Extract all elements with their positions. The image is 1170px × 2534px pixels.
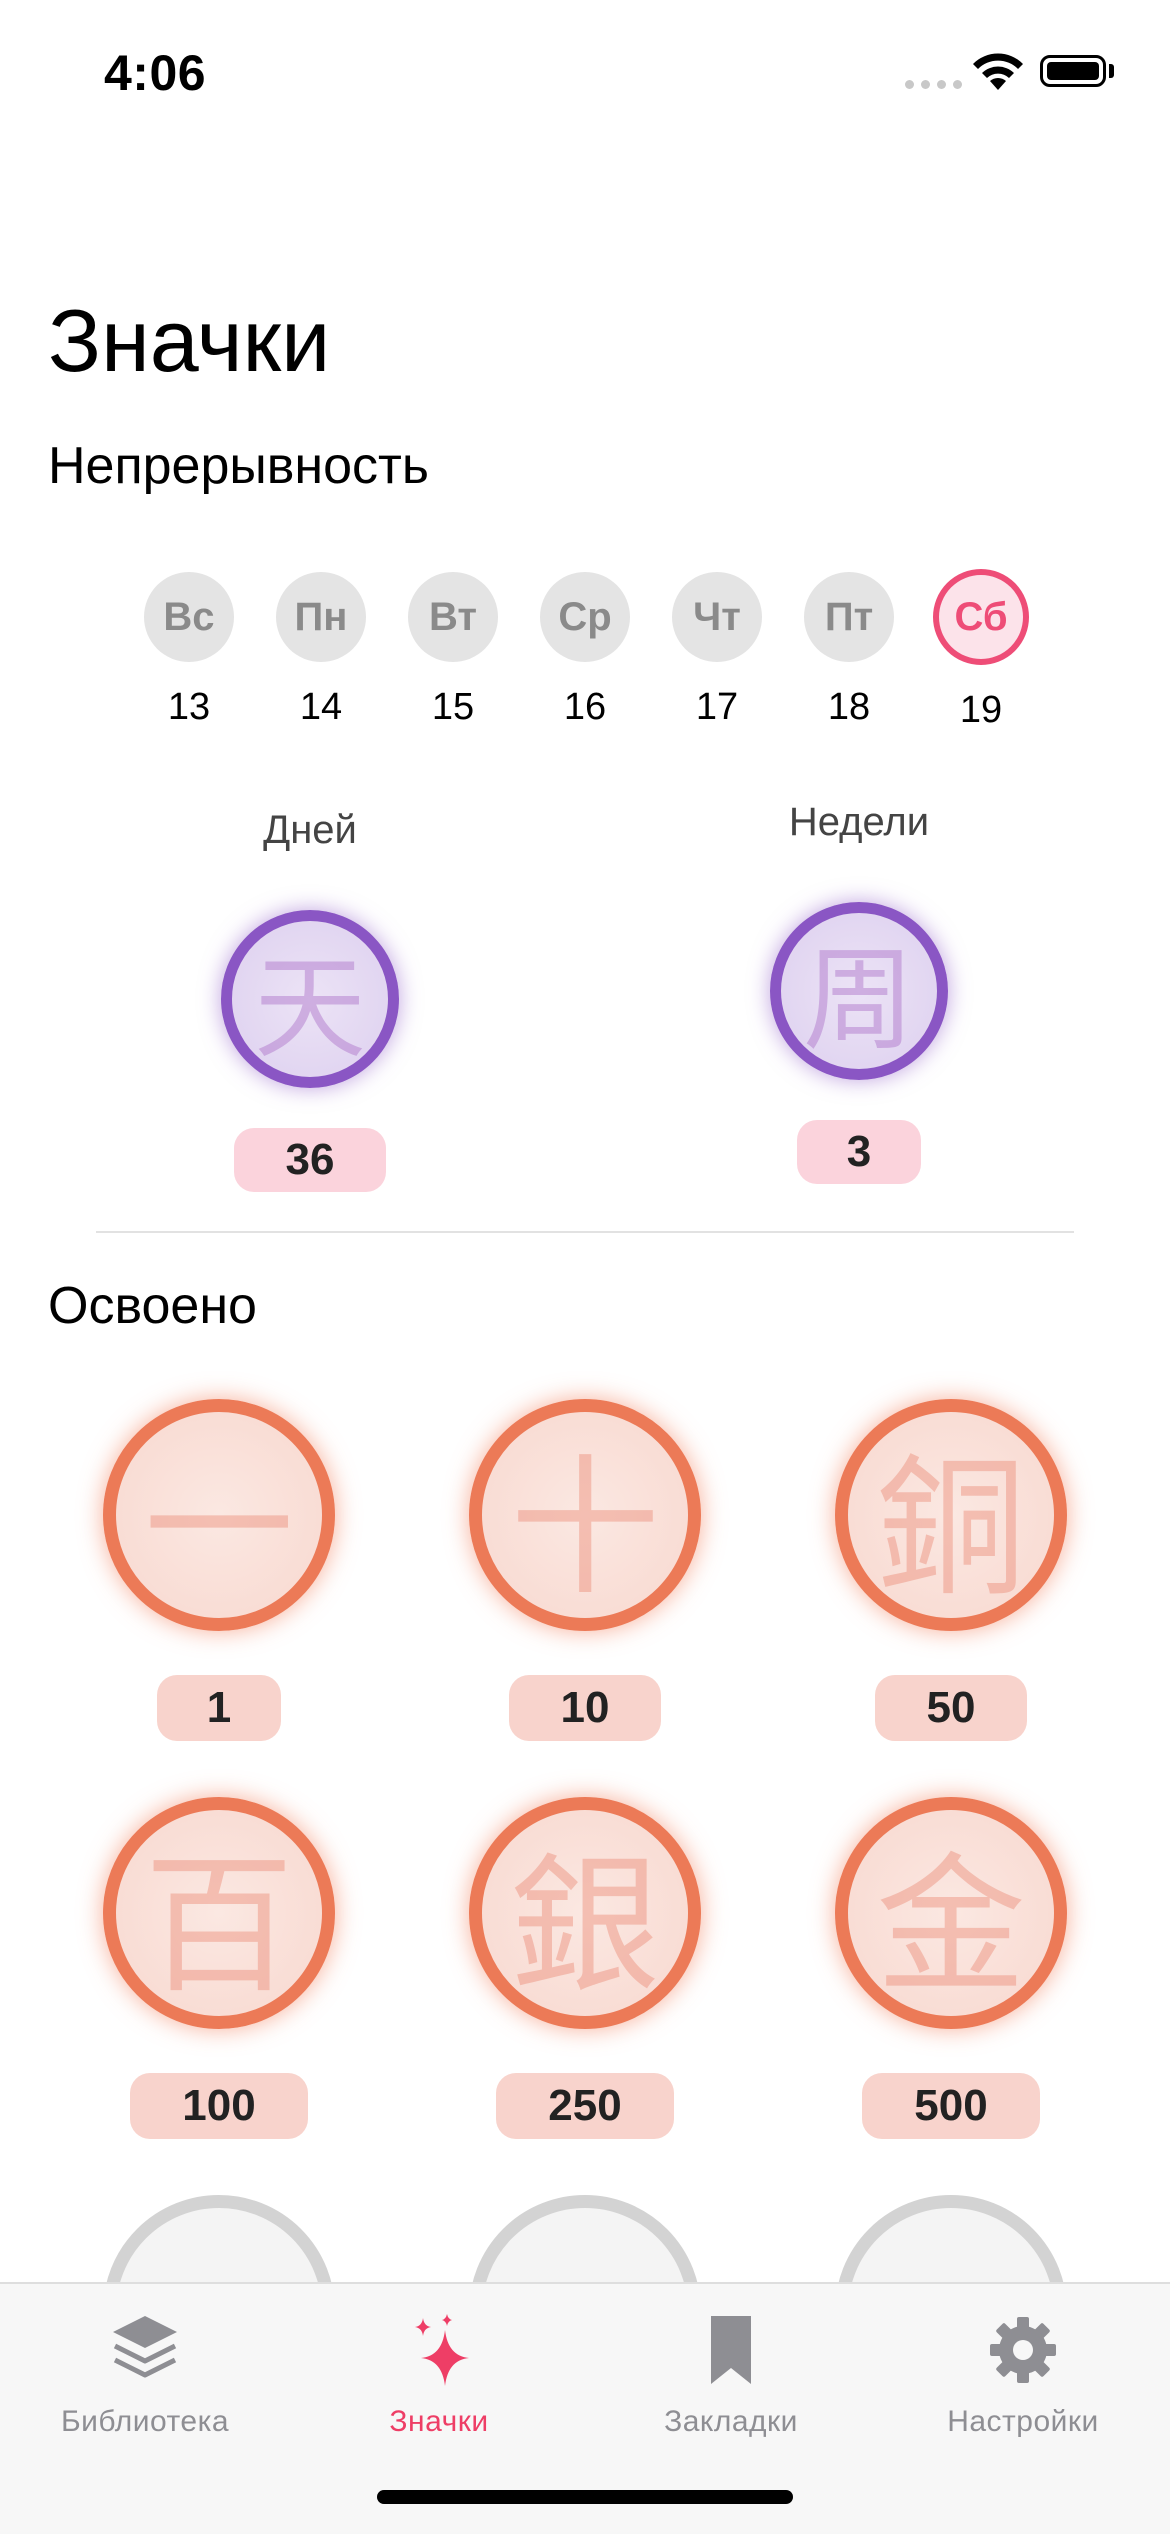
- tab-settings[interactable]: Настройки: [893, 2312, 1153, 2439]
- mastered-badge-100[interactable]: 百: [103, 1797, 335, 2029]
- sparkles-icon: [415, 2314, 469, 2386]
- tab-label: Закладки: [664, 2405, 798, 2438]
- day-number: 15: [431, 686, 475, 728]
- weeks-streak-badge[interactable]: 周: [770, 902, 948, 1080]
- day-friday: Пт 18: [804, 572, 894, 729]
- day-tuesday: Вт 15: [408, 572, 498, 729]
- tab-label: Значки: [389, 2405, 489, 2438]
- mastered-count-pill: 500: [862, 2073, 1040, 2139]
- divider: [96, 1231, 1074, 1233]
- day-number: 13: [167, 686, 211, 728]
- mastered-badge-250[interactable]: 銀: [469, 1797, 701, 2029]
- tab-bookmarks[interactable]: Закладки: [601, 2312, 861, 2439]
- day-saturday: Сб 19: [933, 569, 1029, 732]
- day-label: Чт: [672, 572, 762, 662]
- tab-badges[interactable]: Значки: [309, 2312, 569, 2439]
- day-number: 19: [959, 689, 1003, 731]
- mastered-count-pill: 250: [496, 2073, 674, 2139]
- badge-glyph: 十: [509, 1441, 660, 1616]
- day-number: 17: [695, 686, 739, 728]
- day-wednesday: Ср 16: [540, 572, 630, 729]
- day-number: 14: [299, 686, 343, 728]
- day-label: Ср: [540, 572, 630, 662]
- tab-label: Настройки: [947, 2405, 1099, 2438]
- tab-label: Библиотека: [60, 2405, 230, 2438]
- day-label: Вт: [408, 572, 498, 662]
- days-count-pill: 36: [234, 1128, 386, 1192]
- mastered-count-pill: 50: [875, 1675, 1027, 1741]
- mastered-count-pill: 10: [509, 1675, 661, 1741]
- day-label: Пн: [276, 572, 366, 662]
- mastered-badge-10[interactable]: 十: [469, 1399, 701, 1631]
- home-indicator: [377, 2490, 793, 2504]
- mastered-section-title: Освоено: [48, 1277, 257, 1335]
- streak-section-title: Непрерывность: [48, 437, 429, 495]
- badge-glyph: 周: [803, 936, 915, 1066]
- weeks-count-pill: 3: [797, 1120, 921, 1184]
- day-label: Пт: [804, 572, 894, 662]
- day-sunday: Вс 13: [144, 572, 234, 729]
- day-number: 16: [563, 686, 607, 728]
- mastered-count-pill: 1: [157, 1675, 281, 1741]
- badge-glyph: 一: [143, 1441, 294, 1616]
- layers-icon: [113, 2316, 177, 2378]
- day-monday: Пн 14: [276, 572, 366, 729]
- wifi-icon: [973, 53, 1023, 90]
- day-label-today: Сб: [933, 569, 1029, 665]
- gear-icon: [990, 2317, 1056, 2383]
- bookmark-icon: [711, 2316, 751, 2384]
- badge-glyph: 銀: [509, 1839, 660, 2014]
- days-badge-label: Дней: [263, 808, 357, 852]
- mastered-badge-50[interactable]: 銅: [835, 1399, 1067, 1631]
- days-streak-badge[interactable]: 天: [221, 910, 399, 1088]
- battery-icon: [1040, 55, 1106, 87]
- badge-glyph: 金: [875, 1839, 1026, 2014]
- mastered-count-pill: 100: [130, 2073, 308, 2139]
- mastered-badge-1[interactable]: 一: [103, 1399, 335, 1631]
- page-title: Значки: [48, 291, 331, 390]
- badge-glyph: 銅: [875, 1441, 1026, 1616]
- badge-glyph: 百: [143, 1839, 294, 2014]
- battery-tip: [1109, 64, 1114, 78]
- cellular-signal-icon: [905, 80, 962, 89]
- weeks-badge-label: Недели: [788, 800, 930, 844]
- day-thursday: Чт 17: [672, 572, 762, 729]
- day-number: 18: [827, 686, 871, 728]
- mastered-badge-500[interactable]: 金: [835, 1797, 1067, 2029]
- day-label: Вс: [144, 572, 234, 662]
- status-time: 4:06: [104, 45, 207, 101]
- badge-glyph: 天: [254, 944, 366, 1074]
- tab-library[interactable]: Библиотека: [15, 2312, 275, 2439]
